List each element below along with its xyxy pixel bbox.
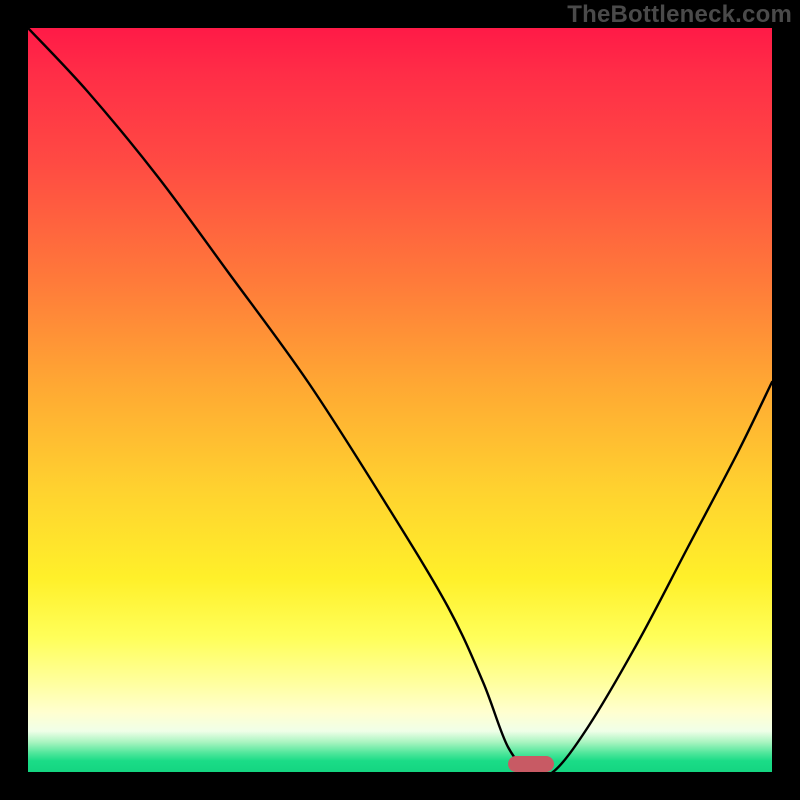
chart-frame: TheBottleneck.com bbox=[0, 0, 800, 800]
minimum-marker bbox=[508, 756, 554, 772]
watermark-text: TheBottleneck.com bbox=[567, 1, 792, 29]
curve-line bbox=[28, 28, 772, 772]
plot-area bbox=[28, 28, 772, 772]
